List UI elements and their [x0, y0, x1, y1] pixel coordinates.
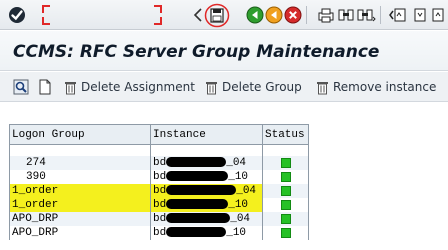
instance-separator: _ — [228, 198, 235, 211]
logon-group-cell[interactable]: 390 — [9, 169, 151, 184]
redaction-mark — [166, 198, 229, 209]
status-green-icon — [280, 157, 291, 168]
back-icon[interactable] — [245, 5, 265, 25]
logon-group-value: 390 — [26, 170, 46, 183]
instance-prefix: bd — [153, 212, 167, 225]
instance-prefix: bd — [153, 184, 167, 197]
print-icon[interactable] — [316, 5, 336, 25]
status-green-icon — [280, 171, 291, 182]
status-cell — [262, 197, 309, 212]
status-cell — [262, 183, 309, 198]
trash-icon — [65, 81, 76, 94]
instance-suffix: 10 — [234, 170, 249, 183]
trash-icon — [317, 81, 328, 94]
instance-separator: _ — [226, 156, 233, 169]
status-green-icon — [280, 199, 291, 210]
cancel-icon[interactable] — [283, 5, 303, 25]
instance-cell[interactable]: bd _04 — [150, 155, 263, 170]
redaction-mark — [166, 170, 229, 181]
first-page-icon[interactable] — [388, 5, 408, 25]
display-button[interactable] — [13, 77, 33, 97]
redaction-mark — [166, 156, 227, 167]
next-page-icon[interactable] — [428, 5, 448, 25]
table-row[interactable]: 1_order bd _10 — [9, 197, 309, 212]
instance-cell[interactable]: bd _04 — [150, 183, 263, 198]
remove-instance-button[interactable]: Remove instance — [316, 77, 436, 97]
instance-suffix: 10 — [232, 226, 247, 239]
exit-icon[interactable] — [264, 5, 284, 25]
instance-prefix: bd — [153, 198, 167, 211]
status-cell — [262, 155, 309, 170]
column-header-status[interactable]: Status — [262, 124, 309, 145]
create-button[interactable] — [38, 77, 56, 97]
system-toolbar — [0, 0, 448, 30]
table-row[interactable]: APO_DRP bd _04 — [9, 211, 309, 226]
delete-assignment-label: Delete Assignment — [81, 80, 195, 94]
new-document-icon — [39, 79, 51, 95]
page-title: CCMS: RFC Server Group Maintenance — [13, 42, 380, 62]
status-green-icon — [280, 213, 291, 224]
status-green-icon — [280, 185, 291, 196]
instance-cell[interactable]: bd _04 — [150, 211, 263, 226]
instance-suffix: 10 — [234, 198, 249, 211]
logon-group-cell[interactable]: APO_DRP — [9, 211, 151, 226]
instance-separator: _ — [226, 226, 233, 239]
status-cell — [262, 225, 309, 240]
instance-separator: _ — [228, 170, 235, 183]
status-green-icon — [280, 227, 291, 238]
delete-group-label: Delete Group — [222, 80, 302, 94]
table-row[interactable]: 274 bd _04 — [9, 155, 309, 170]
logon-group-value: APO_DRP — [12, 212, 59, 225]
find-next-icon[interactable] — [356, 5, 376, 25]
instance-suffix: 04 — [242, 184, 257, 197]
logon-group-value: 1_order — [12, 198, 59, 211]
instance-cell[interactable]: bd _10 — [150, 225, 263, 240]
logon-group-cell[interactable]: APO_DRP — [9, 225, 151, 240]
redaction-mark — [166, 212, 231, 223]
table-row[interactable]: APO_DRP bd _10 — [9, 225, 309, 240]
instance-suffix: 04 — [236, 212, 251, 225]
logon-group-cell[interactable]: 1_order — [9, 197, 151, 212]
title-bar: CCMS: RFC Server Group Maintenance — [0, 31, 448, 71]
redaction-mark — [166, 226, 227, 237]
rfc-group-table: Logon Group Instance Status 274 bd _04 390 b… — [9, 124, 309, 240]
find-icon[interactable] — [336, 5, 356, 25]
instance-cell[interactable]: bd _10 — [150, 197, 263, 212]
redaction-mark — [166, 184, 237, 195]
table-row[interactable]: 390 bd _10 — [9, 169, 309, 184]
instance-prefix: bd — [153, 226, 167, 239]
application-toolbar: Delete Assignment Delete Group Remove in… — [0, 72, 448, 102]
previous-page-icon[interactable] — [408, 5, 428, 25]
delete-group-button[interactable]: Delete Group — [205, 77, 302, 97]
delete-assignment-button[interactable]: Delete Assignment — [64, 77, 195, 97]
remove-instance-label: Remove instance — [333, 80, 437, 94]
logon-group-cell[interactable]: 274 — [9, 155, 151, 170]
command-field[interactable] — [42, 5, 162, 25]
enter-checkmark-icon[interactable] — [7, 5, 27, 25]
save-icon[interactable] — [204, 3, 230, 28]
instance-cell[interactable]: bd _10 — [150, 169, 263, 184]
instance-suffix: 04 — [232, 156, 247, 169]
trash-icon — [206, 81, 217, 94]
column-header-logon-group[interactable]: Logon Group — [9, 124, 151, 145]
magnifier-icon — [13, 79, 29, 95]
logon-group-value: 274 — [26, 156, 46, 169]
logon-group-cell[interactable]: 1_order — [9, 183, 151, 198]
instance-separator: _ — [236, 184, 243, 197]
status-cell — [262, 169, 309, 184]
logon-group-value: 1_order — [12, 184, 59, 197]
instance-prefix: bd — [153, 170, 167, 183]
instance-separator: _ — [230, 212, 237, 225]
column-header-instance[interactable]: Instance — [150, 124, 263, 145]
instance-prefix: bd — [153, 156, 167, 169]
status-cell — [262, 211, 309, 226]
content-area: Logon Group Instance Status 274 bd _04 390 b… — [0, 103, 448, 250]
table-row[interactable]: 1_order bd _04 — [9, 183, 309, 198]
logon-group-value: APO_DRP — [12, 226, 59, 239]
